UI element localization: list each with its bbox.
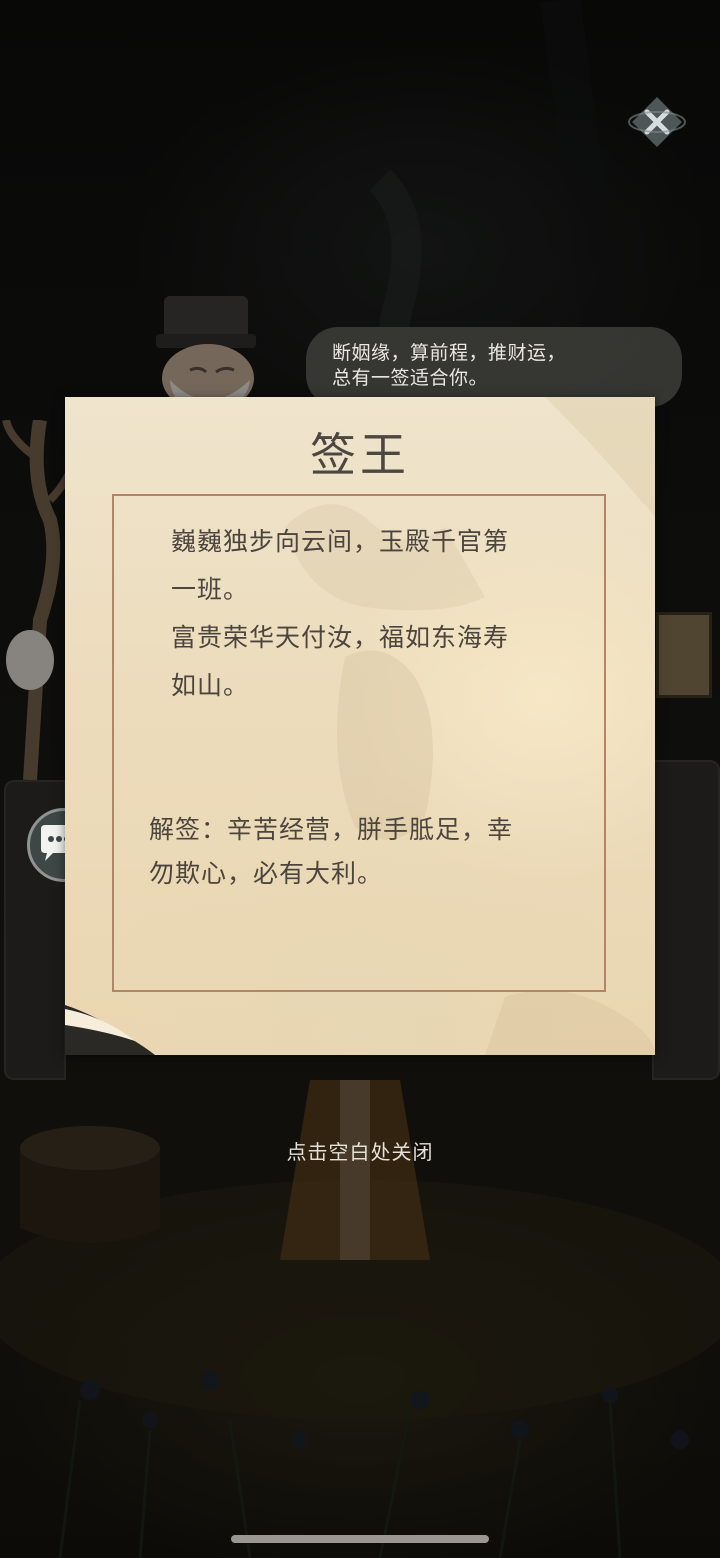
poem-frame: 巍巍独步向云间，玉殿千官第 一班。 富贵荣华天付汝，福如东海寿 如山。 解签：辛… bbox=[112, 494, 606, 992]
fortune-title: 签王 bbox=[310, 428, 410, 482]
tap-to-close-hint[interactable]: 点击空白处关闭 bbox=[0, 1136, 720, 1165]
poem-line: 富贵荣华天付汝，福如东海寿 bbox=[171, 623, 510, 652]
interpretation-line: 解签：辛苦经营，胼手胝足，幸 bbox=[149, 815, 514, 844]
paper-curl bbox=[65, 1005, 155, 1055]
speech-line-2: 总有一签适合你。 bbox=[332, 367, 489, 389]
poem-line: 如山。 bbox=[171, 671, 250, 700]
speech-line-1: 断姻缘，算前程，推财运， bbox=[332, 342, 567, 364]
fortune-interpretation: 解签：辛苦经营，胼手胝足，幸 勿欺心，必有大利。 bbox=[149, 808, 589, 896]
interpretation-line: 勿欺心，必有大利。 bbox=[149, 859, 384, 888]
fortune-paper: 签王 巍巍独步向云间，玉殿千官第 一班。 富贵荣华天付汝，福如东海寿 如山。 解… bbox=[65, 397, 655, 1055]
close-button[interactable] bbox=[626, 94, 688, 150]
speech-bubble: 断姻缘，算前程，推财运， 总有一签适合你。 bbox=[306, 327, 682, 407]
poem-line: 一班。 bbox=[171, 575, 250, 604]
poem-line: 巍巍独步向云间，玉殿千官第 bbox=[171, 527, 510, 556]
home-indicator[interactable] bbox=[231, 1535, 489, 1543]
fortune-poem: 巍巍独步向云间，玉殿千官第 一班。 富贵荣华天付汝，福如东海寿 如山。 bbox=[171, 518, 571, 710]
close-x-icon bbox=[628, 97, 686, 147]
